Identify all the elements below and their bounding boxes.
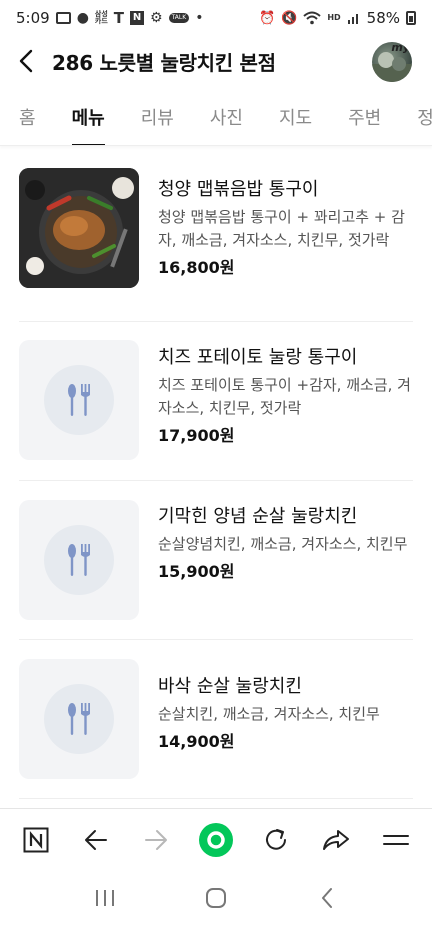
placeholder-circle	[44, 525, 114, 595]
menu-item[interactable]: 기막힌 양념 순살 눌랑치킨 순살양념치킨, 깨소금, 겨자소스, 치킨무 15…	[0, 481, 432, 639]
menu-photo-placeholder	[19, 340, 139, 460]
status-left: 5:09 ● 삼성 카드 T N ⚙ TALK •	[16, 9, 203, 27]
system-navigation	[0, 870, 432, 926]
menu-name: 기막힌 양념 순살 눌랑치킨	[158, 506, 358, 527]
menu-price: 14,900원	[158, 732, 235, 751]
avatar-my-label: my	[391, 42, 410, 54]
wifi-icon	[303, 11, 321, 25]
menu-button[interactable]	[370, 814, 422, 866]
green-circle-icon	[199, 822, 233, 857]
utensils-icon	[68, 544, 90, 576]
tab-bar: 홈 메뉴 리뷰 사진 지도 주변 정	[0, 90, 432, 146]
menu-price: 15,900원	[158, 562, 235, 581]
battery-percent: 58%	[366, 9, 400, 27]
menu-item[interactable]: 청양 맵볶음밥 통구이 청양 맵볶음밥 통구이 + 꽈리고추 + 감자, 깨소금…	[0, 147, 432, 321]
forward-arrow-icon	[145, 829, 167, 850]
mute-icon: 🔇	[281, 10, 298, 26]
utensils-icon	[68, 384, 90, 416]
recent-apps-icon	[96, 890, 115, 906]
menu-info: 청양 맵볶음밥 통구이 청양 맵볶음밥 통구이 + 꽈리고추 + 감자, 깨소금…	[158, 177, 414, 280]
status-right: ⏰ 🔇 HD 58%	[259, 9, 416, 27]
samsung-card-icon: 삼성 카드	[94, 10, 108, 25]
home-button[interactable]	[186, 873, 246, 923]
page-title: 286 노릇별 눌랑치킨 본점	[52, 50, 276, 75]
share-button[interactable]	[310, 814, 362, 866]
share-icon	[323, 829, 349, 850]
green-dot-button[interactable]	[190, 814, 242, 866]
divider	[19, 798, 413, 799]
menu-price: 17,900원	[158, 426, 235, 445]
refresh-button[interactable]	[250, 814, 302, 866]
header: 286 노릇별 눌랑치킨 본점 my	[0, 36, 432, 86]
tab-photos[interactable]: 사진	[210, 90, 243, 145]
app-icon: ●	[76, 10, 89, 26]
tab-menu[interactable]: 메뉴	[71, 90, 105, 145]
menu-info: 치즈 포테이토 눌랑 통구이 치즈 포테이토 통구이 +감자, 깨소금, 겨자소…	[158, 345, 414, 448]
menu-name: 바삭 순살 눌랑치킨	[158, 676, 302, 697]
home-icon	[205, 888, 226, 908]
chevron-left-icon	[19, 49, 33, 73]
back-icon	[321, 888, 332, 908]
battery-icon	[406, 11, 416, 25]
menu-item[interactable]: 바삭 순살 눌랑치킨 순살치킨, 깨소금, 겨자소스, 치킨무 14,900원	[0, 640, 432, 798]
back-button[interactable]	[0, 36, 52, 86]
tab-home[interactable]: 홈	[19, 90, 36, 145]
tab-nearby[interactable]: 주변	[348, 90, 381, 145]
talk-icon: TALK	[168, 13, 190, 23]
forward-nav-button[interactable]	[130, 814, 182, 866]
back-arrow-icon	[85, 829, 107, 850]
signal-icon	[347, 11, 361, 25]
n-box-icon: N	[130, 11, 145, 25]
status-time: 5:09	[16, 9, 50, 27]
system-back-button[interactable]	[297, 873, 357, 923]
menu-description: 순살양념치킨, 깨소금, 겨자소스, 치킨무	[158, 535, 408, 553]
sync-icon: ⚙	[150, 10, 163, 26]
menu-info: 기막힌 양념 순살 눌랑치킨 순살양념치킨, 깨소금, 겨자소스, 치킨무 15…	[158, 504, 414, 584]
hd-icon: HD	[327, 13, 341, 22]
menu-price: 16,800원	[158, 258, 235, 277]
tab-info[interactable]: 정	[417, 90, 432, 145]
menu-name: 청양 맵볶음밥 통구이	[158, 179, 319, 200]
naver-home-button[interactable]	[10, 814, 62, 866]
placeholder-circle	[44, 684, 114, 754]
tab-map[interactable]: 지도	[279, 90, 312, 145]
placeholder-circle	[44, 365, 114, 435]
menu-description: 순살치킨, 깨소금, 겨자소스, 치킨무	[158, 705, 380, 723]
refresh-icon	[266, 828, 286, 850]
status-bar: 5:09 ● 삼성 카드 T N ⚙ TALK • ⏰ 🔇 HD 58%	[0, 0, 432, 36]
back-nav-button[interactable]	[70, 814, 122, 866]
menu-item[interactable]: 치즈 포테이토 눌랑 통구이 치즈 포테이토 통구이 +감자, 깨소금, 겨자소…	[0, 322, 432, 480]
food-image	[19, 168, 139, 288]
menu-photo	[19, 168, 139, 288]
menu-info: 바삭 순살 눌랑치킨 순살치킨, 깨소금, 겨자소스, 치킨무 14,900원	[158, 674, 414, 754]
menu-photo-placeholder	[19, 659, 139, 779]
t-icon: T	[113, 8, 125, 27]
naver-n-icon	[23, 827, 49, 852]
avatar[interactable]: my	[372, 42, 412, 82]
tab-reviews[interactable]: 리뷰	[141, 90, 174, 145]
menu-photo-placeholder	[19, 500, 139, 620]
alarm-icon: ⏰	[258, 10, 276, 26]
menu-description: 청양 맵볶음밥 통구이 + 꽈리고추 + 감자, 깨소금, 겨자소스, 치킨무,…	[158, 208, 405, 249]
menu-name: 치즈 포테이토 눌랑 통구이	[158, 347, 358, 368]
recent-apps-button[interactable]	[75, 873, 135, 923]
browser-toolbar	[0, 808, 432, 870]
menu-icon	[383, 834, 409, 845]
menu-description: 치즈 포테이토 통구이 +감자, 깨소금, 겨자소스, 치킨무, 젓가락	[158, 376, 411, 417]
more-notifications-dot: •	[195, 10, 204, 26]
card-icon	[55, 12, 71, 24]
utensils-icon	[68, 703, 90, 735]
